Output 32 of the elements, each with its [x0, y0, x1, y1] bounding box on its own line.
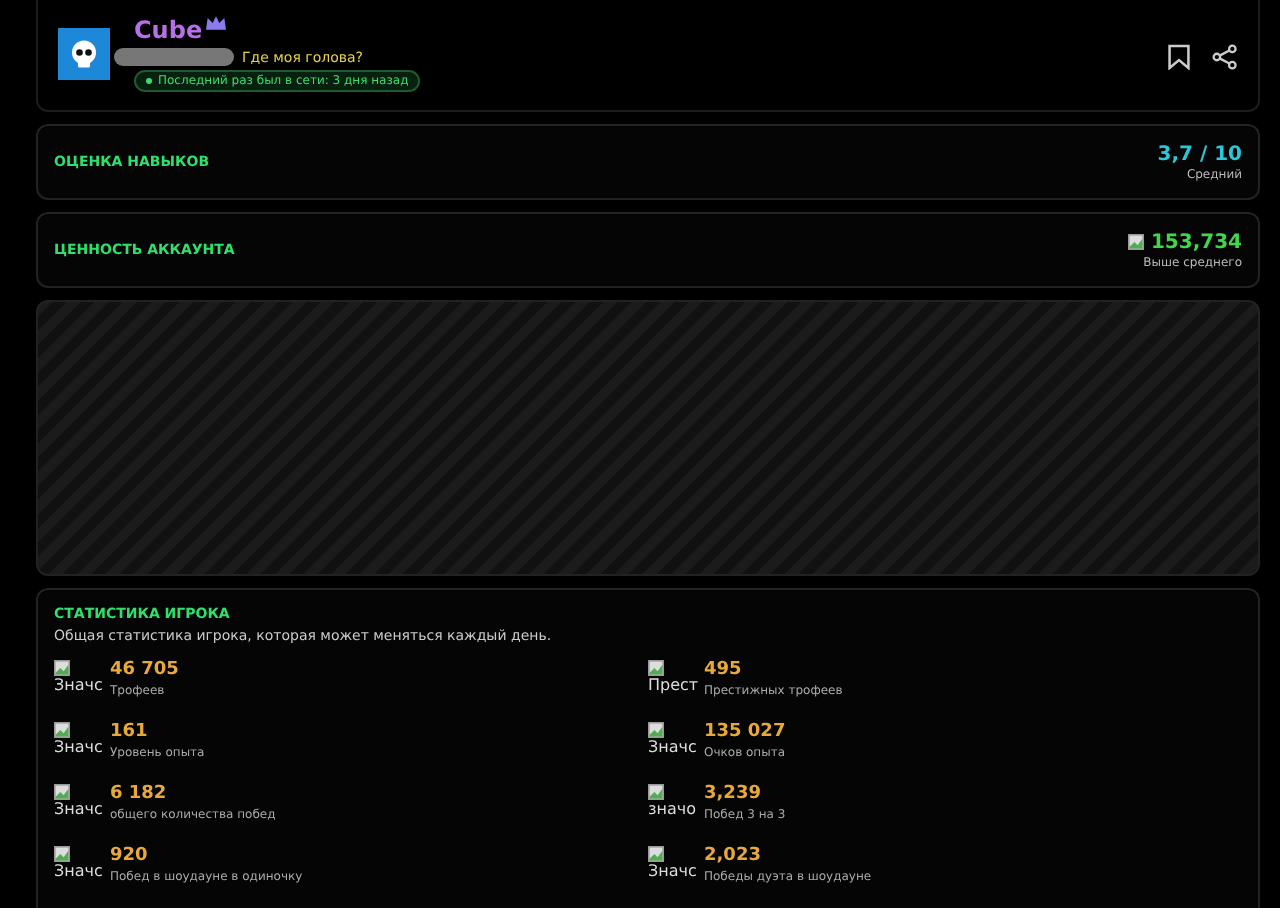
broken-image-icon: [54, 660, 70, 676]
bookmark-icon[interactable]: [1168, 44, 1190, 70]
image-alt-text: Значс: [648, 738, 692, 758]
rating-value: 3,7 / 10: [1157, 143, 1242, 165]
broken-image-icon: [1128, 234, 1145, 250]
image-alt-text: Значс: [54, 800, 98, 820]
share-icon[interactable]: [1212, 44, 1238, 70]
stat-value: 161: [110, 722, 150, 742]
rating-value: 153,734: [1150, 231, 1242, 253]
avatar-skull-icon: [58, 28, 110, 80]
broken-image-icon: [54, 846, 70, 862]
image-alt-text: значо: [648, 800, 692, 820]
image-alt-text: Значс: [648, 862, 692, 882]
stat-value: 920: [110, 846, 150, 866]
image-alt-text: Значс: [54, 676, 98, 696]
broken-image-icon: [648, 660, 664, 676]
redacted-blur: [114, 48, 234, 66]
broken-image-icon: [648, 846, 664, 862]
stat-value: 135 027: [704, 722, 786, 742]
crown-icon: [206, 16, 227, 30]
stat-value: 46 705: [110, 660, 179, 680]
player-name: Cube: [134, 16, 203, 44]
stat-value: 2,023: [704, 846, 763, 866]
stat-value: 6 182: [110, 784, 169, 804]
broken-image-icon: [54, 784, 70, 800]
stat-value: 3,239: [704, 784, 763, 804]
stat-value: 495: [704, 660, 744, 680]
broken-image-icon: [648, 722, 664, 738]
image-alt-text: Значс: [54, 738, 98, 758]
image-alt-text: Значс: [54, 862, 98, 882]
broken-image-icon: [648, 784, 664, 800]
broken-image-icon: [54, 722, 70, 738]
